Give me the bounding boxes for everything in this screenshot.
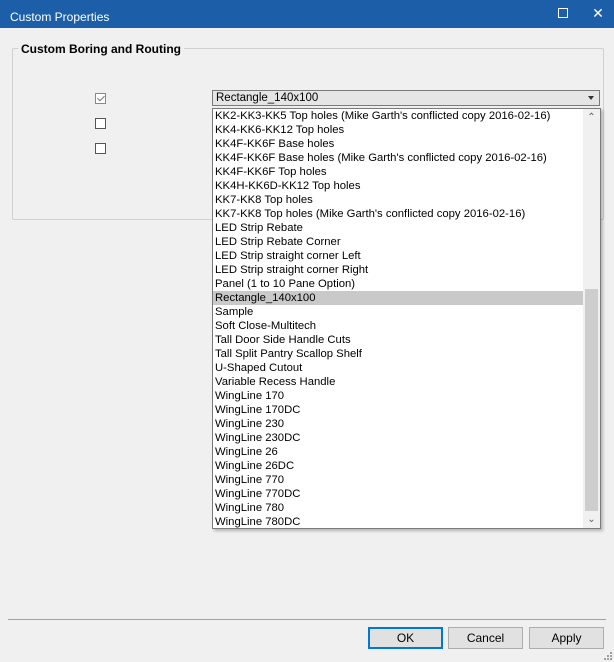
resize-grip-icon[interactable] <box>602 650 612 660</box>
close-button[interactable]: ✕ <box>585 2 611 24</box>
chevron-up-icon: ⌃ <box>587 112 596 123</box>
chevron-down-icon: ⌄ <box>587 514 596 525</box>
dropdown-item[interactable]: WingLine 26 <box>213 445 584 459</box>
dropdown-item[interactable]: WingLine 230DC <box>213 431 584 445</box>
ok-button[interactable]: OK <box>368 627 443 649</box>
dropdown-item[interactable]: WingLine 770DC <box>213 487 584 501</box>
dropdown-item[interactable]: Tall Split Pantry Scallop Shelf <box>213 347 584 361</box>
dropdown-item[interactable]: WingLine 170DC <box>213 403 584 417</box>
dropdown-item[interactable]: WingLine 780 <box>213 501 584 515</box>
dropdown-item[interactable]: KK7-KK8 Top holes <box>213 193 584 207</box>
maximize-icon <box>558 8 568 18</box>
dropdown-item[interactable]: KK4F-KK6F Base holes <box>213 137 584 151</box>
dropdown-item[interactable]: Variable Recess Handle <box>213 375 584 389</box>
vertical-scrollbar[interactable]: ⌃ ⌄ <box>583 109 600 528</box>
group-title: Custom Boring and Routing <box>18 42 184 56</box>
dropdown-items: KK2-KK3-KK5 Top holes (Mike Garth's conf… <box>213 109 584 528</box>
dropdown-item[interactable]: Sample <box>213 305 584 319</box>
dropdown-item[interactable]: Soft Close-Multitech <box>213 319 584 333</box>
checkbox-1[interactable] <box>95 93 106 104</box>
maximize-button[interactable] <box>550 2 576 24</box>
routing-combo-box[interactable]: Rectangle_140x100 <box>212 90 600 106</box>
dropdown-item[interactable]: LED Strip straight corner Left <box>213 249 584 263</box>
title-bar: Custom Properties ✕ <box>0 0 614 28</box>
dropdown-item[interactable]: Panel (1 to 10 Pane Option) <box>213 277 584 291</box>
dropdown-item[interactable]: WingLine 770 <box>213 473 584 487</box>
dropdown-item[interactable]: WingLine 780DC <box>213 515 584 528</box>
dropdown-item[interactable]: KK4F-KK6F Base holes (Mike Garth's confl… <box>213 151 584 165</box>
checkbox-3[interactable] <box>95 143 106 154</box>
dropdown-item[interactable]: KK4-KK6-KK12 Top holes <box>213 123 584 137</box>
dropdown-item[interactable]: WingLine 230 <box>213 417 584 431</box>
footer-separator <box>8 619 606 620</box>
checkbox-2[interactable] <box>95 118 106 129</box>
dropdown-item[interactable]: WingLine 26DC <box>213 459 584 473</box>
dropdown-item[interactable]: KK4F-KK6F Top holes <box>213 165 584 179</box>
dropdown-item[interactable]: KK4H-KK6D-KK12 Top holes <box>213 179 584 193</box>
scroll-down-button[interactable]: ⌄ <box>583 511 600 528</box>
window-title: Custom Properties <box>10 10 110 24</box>
dropdown-item[interactable]: LED Strip straight corner Right <box>213 263 584 277</box>
combo-dropdown-list[interactable]: KK2-KK3-KK5 Top holes (Mike Garth's conf… <box>212 108 601 529</box>
scrollbar-thumb[interactable] <box>585 289 598 511</box>
dropdown-item[interactable]: KK2-KK3-KK5 Top holes (Mike Garth's conf… <box>213 109 584 123</box>
dropdown-item[interactable]: U-Shaped Cutout <box>213 361 584 375</box>
cancel-button[interactable]: Cancel <box>448 627 523 649</box>
dropdown-item[interactable]: LED Strip Rebate Corner <box>213 235 584 249</box>
scroll-up-button[interactable]: ⌃ <box>583 109 600 126</box>
chevron-down-icon[interactable] <box>588 96 594 100</box>
dropdown-item[interactable]: KK7-KK8 Top holes (Mike Garth's conflict… <box>213 207 584 221</box>
dropdown-item[interactable]: LED Strip Rebate <box>213 221 584 235</box>
dropdown-item[interactable]: Tall Door Side Handle Cuts <box>213 333 584 347</box>
dropdown-item[interactable]: Rectangle_140x100 <box>213 291 584 305</box>
combo-selected-value: Rectangle_140x100 <box>216 92 319 104</box>
close-icon: ✕ <box>592 4 604 21</box>
dropdown-item[interactable]: WingLine 170 <box>213 389 584 403</box>
apply-button[interactable]: Apply <box>529 627 604 649</box>
